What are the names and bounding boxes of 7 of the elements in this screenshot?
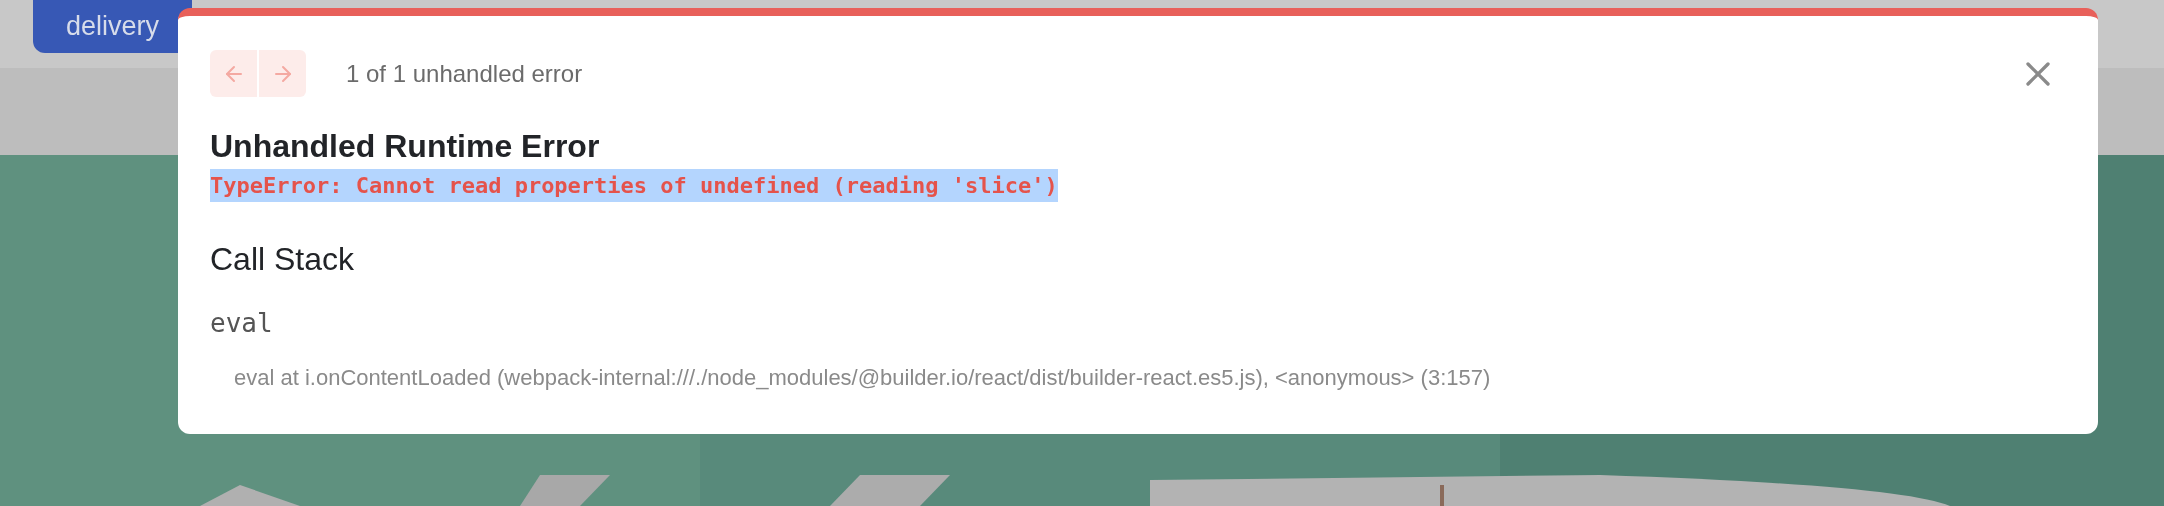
error-counter: 1 of 1 unhandled error [346,58,583,89]
delivery-button[interactable]: delivery [33,0,193,53]
stack-frame-location: eval at i.onContentLoaded (webpack-internal:///./node_modules/@builder.io/react/dist/builder-react.es5.js), <anonymous> (3:157) [234,364,1491,392]
error-title: Unhandled Runtime Error [210,127,601,166]
call-stack-heading: Call Stack [210,240,356,279]
stack-frame-function: eval [210,307,273,340]
error-message: TypeError: Cannot read properties of undefined (reading 'slice') [210,169,1058,202]
